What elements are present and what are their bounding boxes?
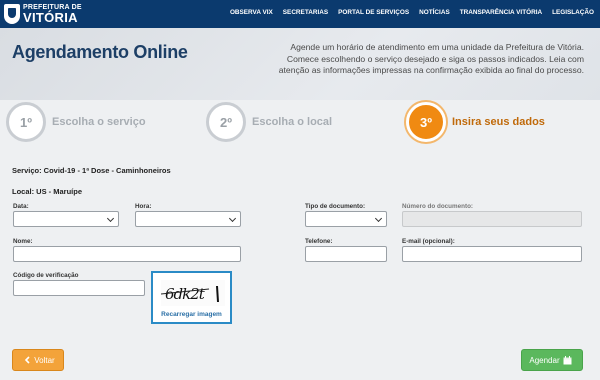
date-select[interactable]	[13, 211, 119, 227]
back-button-label: Voltar	[34, 355, 55, 365]
name-label: Nome:	[13, 238, 33, 245]
nav-portal-servicos[interactable]: PORTAL DE SERVIÇOS	[338, 9, 409, 16]
verification-label: Código de verificação	[13, 272, 79, 279]
logo-big-text: VITÓRIA	[23, 10, 78, 25]
wizard-steps: 1º Escolha o serviço 2º Escolha o local …	[0, 102, 600, 150]
hour-select[interactable]	[135, 211, 241, 227]
page-hero: Agendamento Online Agende um horário de …	[0, 28, 600, 100]
phone-input[interactable]	[305, 246, 387, 262]
selected-service: Serviço: Covid-19 - 1ª Dose - Caminhonei…	[12, 166, 171, 175]
captcha-image: 6dk2t	[161, 280, 225, 306]
reload-captcha-link[interactable]: Recarregar imagem	[153, 311, 230, 318]
svg-text:6dk2t: 6dk2t	[165, 285, 206, 303]
step-3-label: Insira seus dados	[452, 116, 545, 128]
email-label: E-mail (opcional):	[402, 238, 455, 245]
nav-transparencia[interactable]: TRANSPARÊNCIA VITÓRIA	[460, 9, 542, 16]
page-description: Agende um horário de atendimento em uma …	[278, 42, 584, 75]
doc-type-label: Tipo de documento:	[305, 203, 366, 210]
step-1-label: Escolha o serviço	[52, 116, 146, 128]
prefeitura-logo[interactable]: PREFEITURA DE VITÓRIA	[4, 2, 84, 26]
page-title: Agendamento Online	[12, 42, 188, 62]
doc-number-label: Número do documento:	[402, 203, 474, 210]
phone-label: Telefone:	[305, 238, 333, 245]
step-2-number: 2º	[206, 102, 246, 142]
name-input[interactable]	[13, 246, 241, 262]
email-input[interactable]	[402, 246, 582, 262]
doc-type-select[interactable]	[305, 211, 387, 227]
nav-legislacao[interactable]: LEGISLAÇÃO	[552, 9, 594, 16]
step-1-number: 1º	[6, 102, 46, 142]
chevron-left-icon	[25, 356, 30, 364]
nav-secretarias[interactable]: SECRETARIAS	[283, 9, 328, 16]
step-3-number: 3º	[406, 102, 446, 142]
coat-of-arms-icon	[4, 4, 20, 24]
back-button[interactable]: Voltar	[12, 349, 64, 371]
doc-number-input[interactable]	[402, 211, 582, 227]
selected-location: Local: US - Maruípe	[12, 187, 83, 196]
step-1[interactable]: 1º Escolha o serviço	[6, 102, 146, 142]
schedule-button[interactable]: Agendar	[521, 349, 583, 371]
hour-label: Hora:	[135, 203, 152, 210]
step-3[interactable]: 3º Insira seus dados	[406, 102, 545, 142]
nav-noticias[interactable]: NOTÍCIAS	[419, 9, 450, 16]
schedule-button-label: Agendar	[529, 355, 560, 365]
step-2-label: Escolha o local	[252, 116, 333, 128]
main-nav: OBSERVA VIX SECRETARIAS PORTAL DE SERVIÇ…	[230, 9, 594, 16]
top-navigation-bar: PREFEITURA DE VITÓRIA OBSERVA VIX SECRET…	[0, 0, 600, 28]
step-2[interactable]: 2º Escolha o local	[206, 102, 332, 142]
nav-observa-vix[interactable]: OBSERVA VIX	[230, 9, 273, 16]
calendar-icon	[563, 355, 572, 364]
verification-code-input[interactable]	[13, 280, 145, 296]
date-label: Data:	[13, 203, 29, 210]
captcha-box: 6dk2t Recarregar imagem	[151, 271, 232, 324]
